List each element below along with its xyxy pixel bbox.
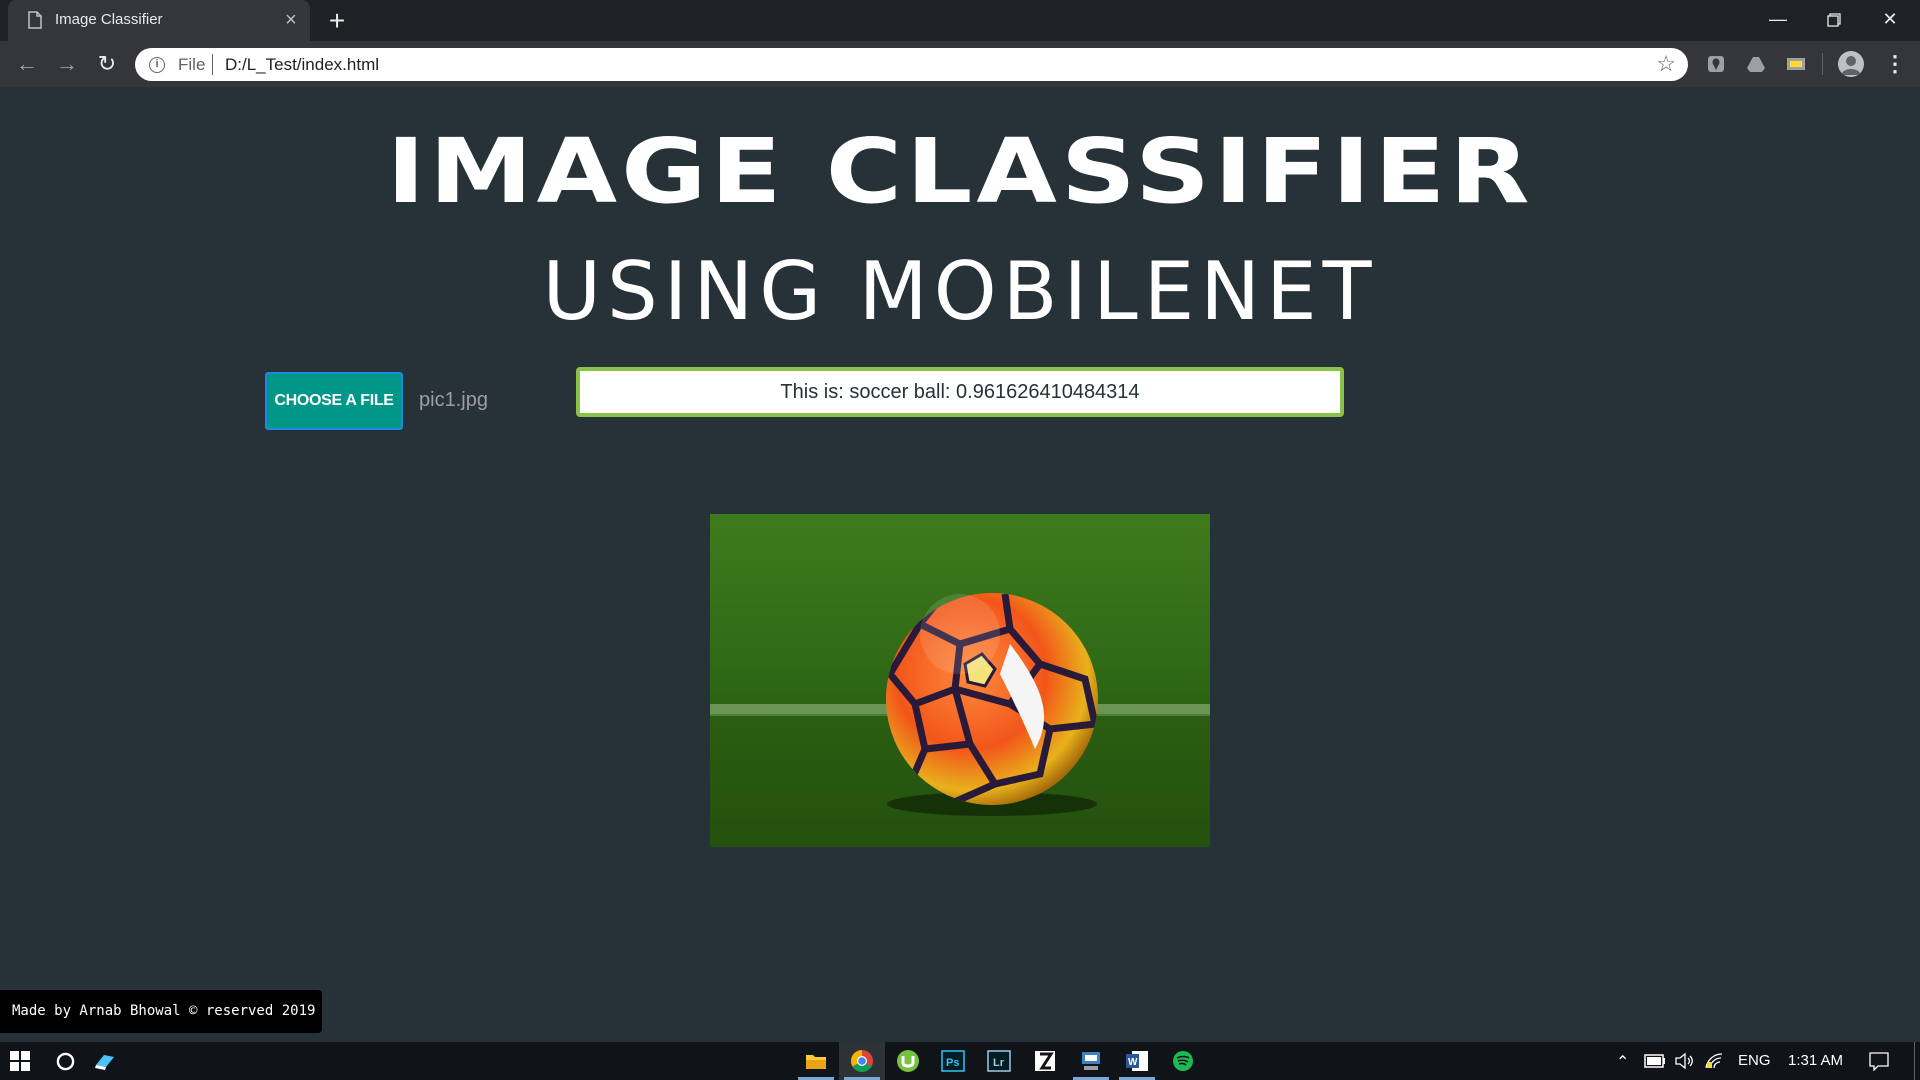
drive-extension-icon[interactable] xyxy=(1746,54,1766,74)
uploaded-image-soccer-ball xyxy=(710,514,1210,847)
browser-menu-icon[interactable]: ⋮ xyxy=(1884,51,1906,77)
address-bar[interactable]: i File D:/L_Test/index.html ☆ xyxy=(135,48,1688,81)
screenshot-extension-icon[interactable] xyxy=(1786,54,1806,74)
battery-icon[interactable] xyxy=(1644,1054,1666,1068)
profile-avatar[interactable] xyxy=(1838,51,1864,77)
page-content: IMAGE CLASSIFIER USING MOBILENET CHOOSE … xyxy=(0,87,1920,1042)
footer-credit: Made by Arnab Bhowal © reserved 2019 xyxy=(0,990,322,1033)
photoshop-icon[interactable]: Ps xyxy=(940,1048,966,1074)
back-arrow-icon[interactable]: ← xyxy=(12,49,42,79)
selected-file-name: pic1.jpg xyxy=(419,389,488,411)
wifi-icon[interactable] xyxy=(1704,1052,1724,1070)
prediction-result: This is: soccer ball: 0.961626410484314 xyxy=(576,367,1344,417)
tab-close-icon[interactable]: × xyxy=(280,9,302,31)
svg-text:Lr: Lr xyxy=(993,1057,1005,1069)
volume-icon[interactable] xyxy=(1674,1052,1694,1070)
choose-file-button[interactable]: CHOOSE A FILE xyxy=(265,372,403,430)
tab-strip: Image Classifier × + — ✕ xyxy=(0,0,1920,41)
lightroom-icon[interactable]: Lr xyxy=(986,1048,1012,1074)
chrome-icon[interactable] xyxy=(849,1048,875,1074)
close-window-icon[interactable]: ✕ xyxy=(1862,0,1918,38)
windows-taskbar: Ps Lr W ⌃ ENG 1:31 AM xyxy=(0,1042,1920,1080)
forward-arrow-icon[interactable]: → xyxy=(52,49,82,79)
cortana-icon[interactable] xyxy=(56,1052,75,1071)
page-icon xyxy=(28,11,42,29)
system-clock[interactable]: 1:31 AM xyxy=(1788,1052,1843,1069)
page-subtitle: USING MOBILENET xyxy=(542,245,1378,338)
file-explorer-icon[interactable] xyxy=(803,1048,829,1074)
svg-text:W: W xyxy=(1128,1057,1138,1068)
utorrent-icon[interactable] xyxy=(895,1048,921,1074)
url-separator xyxy=(212,54,213,75)
windows-start-icon[interactable] xyxy=(10,1051,30,1071)
browser-tab[interactable]: Image Classifier × xyxy=(8,0,310,41)
spotify-icon[interactable] xyxy=(1170,1048,1196,1074)
notification-center-icon[interactable] xyxy=(1869,1052,1889,1071)
toolbar-divider xyxy=(1822,53,1823,75)
word-icon[interactable]: W xyxy=(1124,1048,1150,1074)
tray-chevron-icon[interactable]: ⌃ xyxy=(1616,1052,1629,1072)
location-extension-icon[interactable] xyxy=(1706,54,1726,74)
url-text[interactable]: D:/L_Test/index.html xyxy=(225,55,379,75)
language-indicator[interactable]: ENG xyxy=(1738,1052,1771,1069)
bookmark-star-icon[interactable]: ☆ xyxy=(1656,51,1676,77)
restore-icon[interactable] xyxy=(1806,0,1862,38)
svg-text:Ps: Ps xyxy=(946,1057,959,1069)
tab-title: Image Classifier xyxy=(55,11,163,28)
url-scheme: File xyxy=(178,55,206,74)
reload-icon[interactable]: ↻ xyxy=(92,49,122,79)
show-desktop-button[interactable] xyxy=(1914,1042,1915,1080)
info-icon[interactable]: i xyxy=(149,57,165,73)
network-app-icon[interactable] xyxy=(1078,1048,1104,1074)
new-tab-icon[interactable]: + xyxy=(322,6,352,36)
filezilla-icon[interactable] xyxy=(1032,1048,1058,1074)
task-view-icon[interactable] xyxy=(94,1051,116,1071)
browser-toolbar: ← → ↻ i File D:/L_Test/index.html ☆ ⋮ xyxy=(0,41,1920,87)
page-title: IMAGE CLASSIFIER xyxy=(386,118,1534,224)
minimize-icon[interactable]: — xyxy=(1750,0,1806,38)
